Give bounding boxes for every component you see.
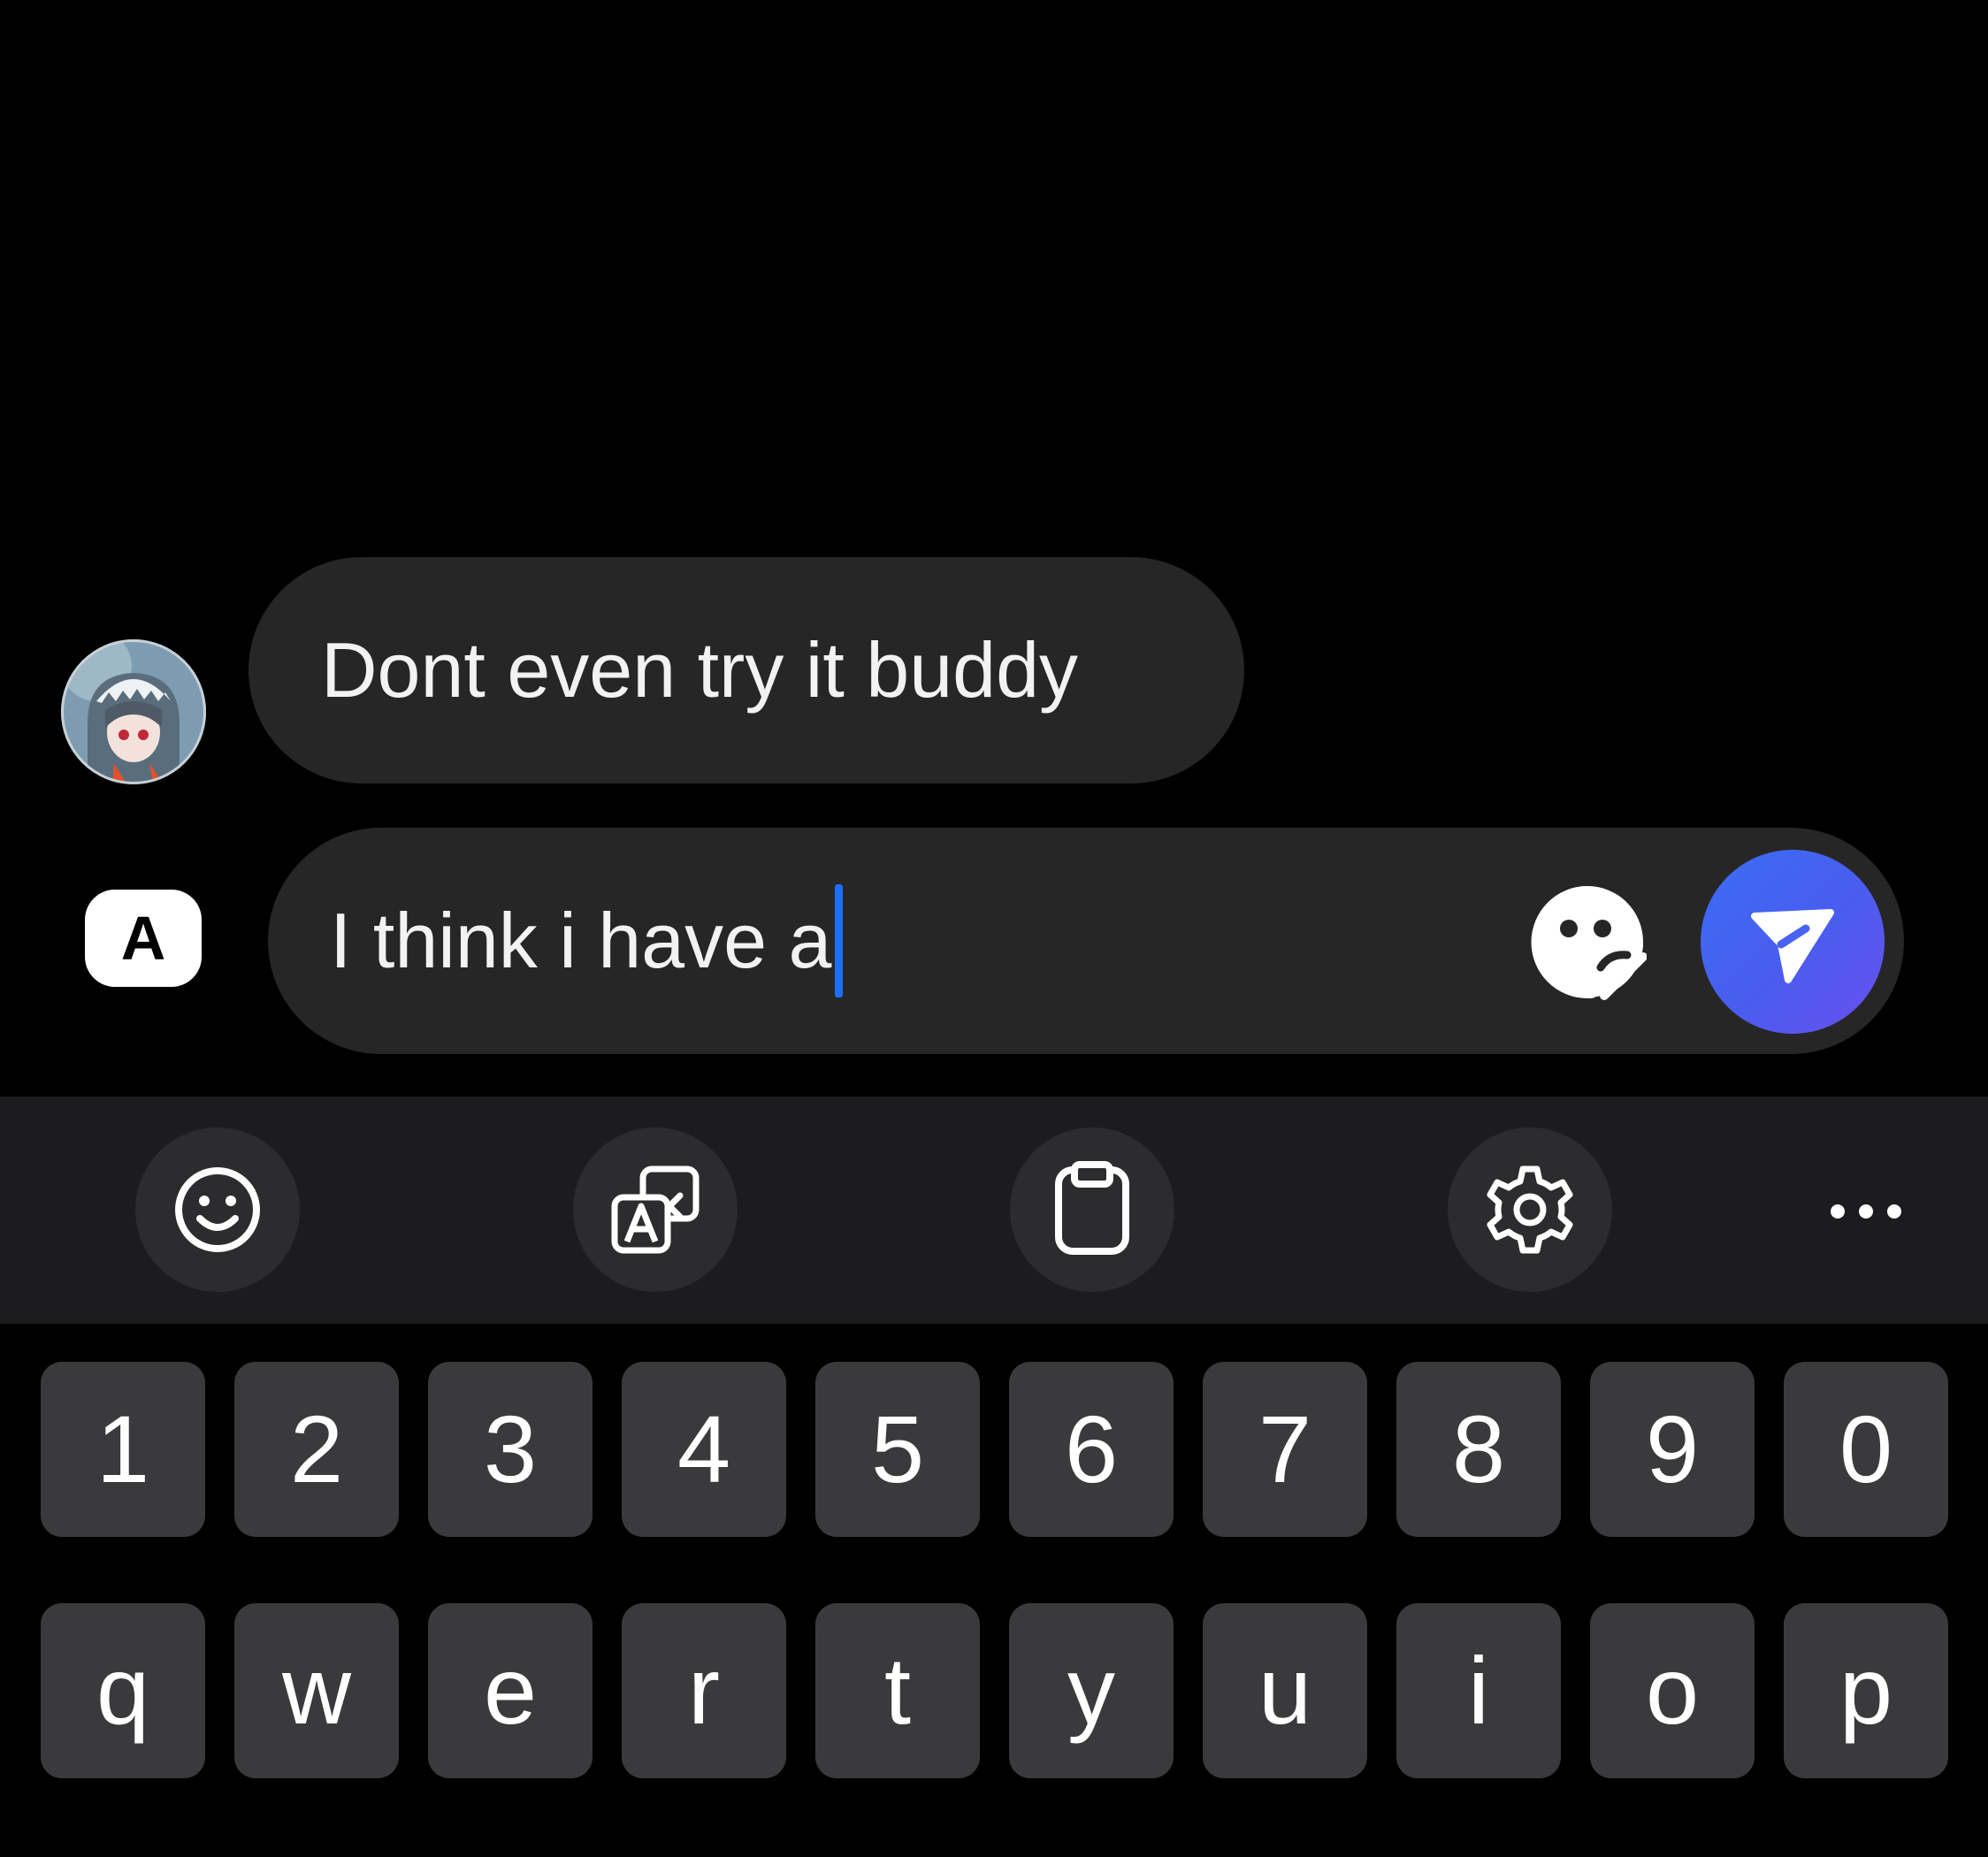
translate-badge-label: A xyxy=(120,904,166,973)
emoji-button[interactable] xyxy=(135,1127,300,1292)
key-8[interactable]: 8 xyxy=(1396,1362,1561,1537)
avatar-image xyxy=(61,639,206,784)
message-composer: I think i have a xyxy=(268,828,1904,1054)
incoming-message-text: Dont even try it buddy xyxy=(321,626,1079,714)
key-q[interactable]: q xyxy=(41,1603,205,1778)
clipboard-button[interactable] xyxy=(1010,1127,1174,1292)
keyboard: 1 2 3 4 5 6 7 8 9 0 q w e r t y u i o p xyxy=(0,1097,1988,1857)
text-caret xyxy=(835,884,844,997)
send-button[interactable] xyxy=(1701,850,1885,1034)
message-input-value: I think i have a xyxy=(330,897,832,984)
gear-icon xyxy=(1487,1165,1573,1254)
sticker-icon xyxy=(1531,886,1648,1000)
translate-toggle-button[interactable]: A xyxy=(85,890,202,987)
key-7[interactable]: 7 xyxy=(1203,1362,1367,1537)
keyboard-toolbar xyxy=(0,1097,1988,1324)
clipboard-icon xyxy=(1055,1161,1129,1255)
message-input[interactable]: I think i have a xyxy=(330,828,844,1054)
key-6[interactable]: 6 xyxy=(1009,1362,1174,1537)
chat-screen: Dont even try it buddy A I think i have … xyxy=(0,0,1988,1857)
key-0[interactable]: 0 xyxy=(1784,1362,1948,1537)
key-w[interactable]: w xyxy=(234,1603,399,1778)
number-row: 1 2 3 4 5 6 7 8 9 0 xyxy=(41,1362,1948,1537)
key-y[interactable]: y xyxy=(1009,1603,1174,1778)
key-u[interactable]: u xyxy=(1203,1603,1367,1778)
key-3[interactable]: 3 xyxy=(428,1362,593,1537)
key-2[interactable]: 2 xyxy=(234,1362,399,1537)
key-9[interactable]: 9 xyxy=(1590,1362,1755,1537)
settings-button[interactable] xyxy=(1448,1127,1612,1292)
incoming-message-bubble[interactable]: Dont even try it buddy xyxy=(248,557,1244,783)
key-1[interactable]: 1 xyxy=(41,1362,205,1537)
avatar[interactable] xyxy=(61,639,206,784)
translate-icon xyxy=(611,1165,700,1254)
key-r[interactable]: r xyxy=(622,1603,786,1778)
smiley-icon xyxy=(175,1167,260,1252)
key-e[interactable]: e xyxy=(428,1603,593,1778)
translate-button[interactable] xyxy=(573,1127,738,1292)
send-icon xyxy=(1751,909,1834,983)
sticker-button[interactable] xyxy=(1528,883,1648,1001)
key-o[interactable]: o xyxy=(1590,1603,1755,1778)
letter-row: q w e r t y u i o p xyxy=(41,1603,1948,1778)
key-5[interactable]: 5 xyxy=(815,1362,980,1537)
more-button[interactable] xyxy=(1813,1185,1919,1238)
more-dots-icon xyxy=(1831,1204,1901,1219)
key-t[interactable]: t xyxy=(815,1603,980,1778)
key-i[interactable]: i xyxy=(1396,1603,1561,1778)
key-4[interactable]: 4 xyxy=(622,1362,786,1537)
keys-area: 1 2 3 4 5 6 7 8 9 0 q w e r t y u i o p xyxy=(0,1324,1988,1857)
key-p[interactable]: p xyxy=(1784,1603,1948,1778)
